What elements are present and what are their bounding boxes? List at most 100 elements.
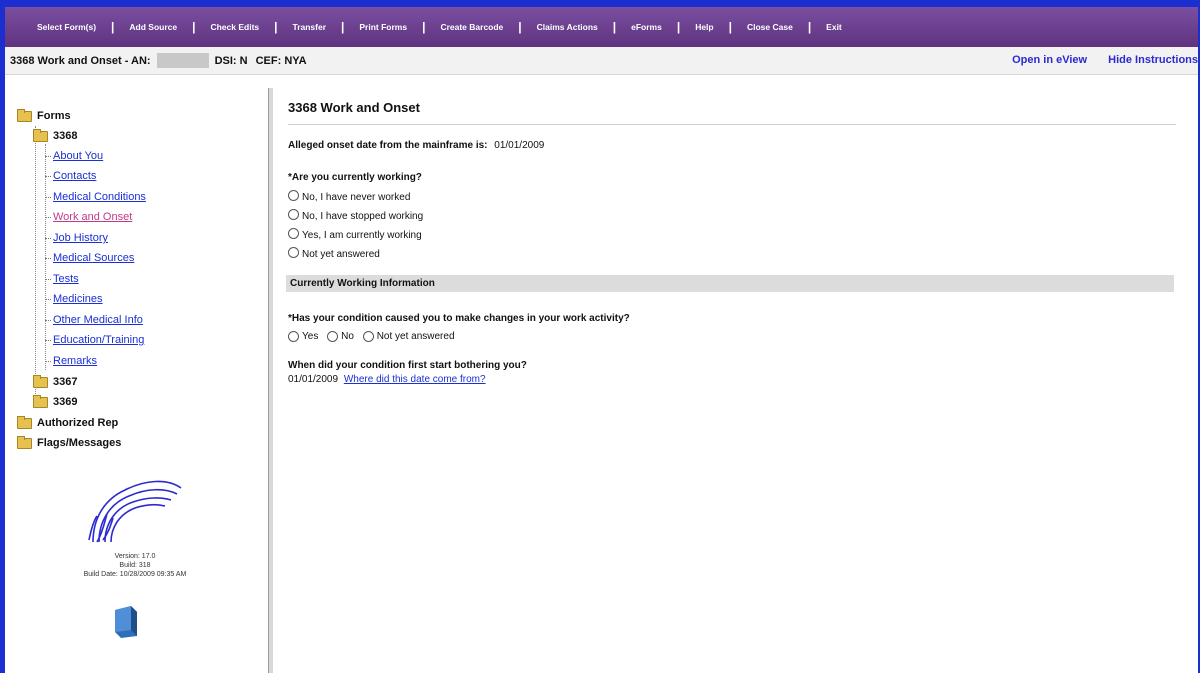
wing-logo-icon [88,480,182,543]
build-number: Build: 318 [119,562,151,569]
onset-date-value: 01/01/2009 [494,140,545,151]
menu-separator: | [111,20,115,34]
radio-option-no[interactable]: No [327,331,354,342]
form-subheader: 3368 Work and Onset - AN: DSI: N CEF: NY… [5,47,1198,75]
dsi-status: DSI: N [214,54,248,67]
menu-separator: | [518,20,522,34]
version-number: Version: 17.0 [114,553,156,560]
folder-icon [33,394,48,408]
tree-link-contacts[interactable]: Contacts [53,170,96,182]
tree-label-3369: 3369 [53,396,78,408]
menu-print-forms[interactable]: Print Forms [359,22,407,32]
menu-separator: | [192,20,196,34]
form-header-title: 3368 Work and Onset - AN: [10,54,151,67]
radio-button[interactable] [327,331,339,342]
hide-instructions-link[interactable]: Hide Instructions [1108,54,1198,66]
open-in-eview-link[interactable]: Open in eView [1012,54,1087,66]
radio-label: No, I have never worked [302,192,411,203]
menu-help[interactable]: Help [695,22,713,32]
menu-separator: | [274,20,278,34]
question-condition-start: When did your condition first start both… [288,360,527,371]
top-menu-bar: Select Form(s) | Add Source | Check Edit… [5,7,1198,47]
onset-date-row: Alleged onset date from the mainframe is… [288,140,544,151]
menu-separator: | [728,20,732,34]
tree-node-authorized-rep[interactable]: Authorized Rep [17,415,119,429]
menu-exit[interactable]: Exit [826,22,842,32]
condition-start-date: 01/01/2009 [288,374,339,385]
radio-label: No [341,331,354,342]
radio-option-never-worked[interactable]: No, I have never worked [288,190,410,203]
radio-button[interactable] [288,331,299,342]
title-divider [288,124,1176,125]
version-info: Version: 17.0 Build: 318 Build Date: 10/… [5,552,265,579]
work-changes-radio-group: Yes No Not yet answered [288,331,461,345]
folder-icon [33,128,48,142]
tree-link-job-history[interactable]: Job History [53,232,108,244]
radio-label: Not yet answered [302,249,380,260]
tree-node-3369[interactable]: 3369 [33,394,78,408]
radio-button[interactable] [288,247,299,258]
radio-button[interactable] [288,190,299,201]
menu-claims-actions[interactable]: Claims Actions [537,22,598,32]
menu-check-edits[interactable]: Check Edits [210,22,259,32]
tree-label-3367: 3367 [53,376,78,388]
folder-icon [17,415,32,429]
menu-close-case[interactable]: Close Case [747,22,793,32]
tree-label-3368: 3368 [53,130,78,142]
radio-button[interactable] [362,331,374,342]
forms-sidebar: Forms 3368 About You Contacts Medical Co… [5,92,267,673]
radio-button[interactable] [288,209,299,220]
tree-link-other-medical-info[interactable]: Other Medical Info [53,314,143,326]
tree-link-medical-sources[interactable]: Medical Sources [53,252,134,264]
folder-icon [33,374,48,388]
radio-option-currently-working[interactable]: Yes, I am currently working [288,228,422,241]
build-date: Build Date: 10/28/2009 09:35 AM [83,571,187,578]
question-work-changes: *Has your condition caused you to make c… [288,313,630,324]
tree-label-flags-messages: Flags/Messages [37,437,122,449]
menu-create-barcode[interactable]: Create Barcode [440,22,503,32]
radio-option-not-answered[interactable]: Not yet answered [362,331,455,342]
menu-separator: | [676,20,681,34]
tree-link-education-training[interactable]: Education/Training [53,334,144,346]
folder-icon [17,108,32,122]
redacted-account-number [156,53,209,68]
radio-button[interactable] [288,228,299,239]
radio-label: Not yet answered [376,331,455,342]
tree-link-work-and-onset[interactable]: Work and Onset [53,211,132,223]
condition-start-row: 01/01/2009 Where did this date come from… [288,374,486,385]
menu-eforms[interactable]: eForms [631,22,662,32]
tree-node-3368[interactable]: 3368 [33,128,78,142]
menu-separator: | [807,20,812,34]
menu-separator: | [612,20,617,34]
menu-select-forms[interactable]: Select Form(s) [37,22,96,32]
date-source-link[interactable]: Where did this date come from? [344,374,486,385]
tree-label-authorized-rep: Authorized Rep [37,417,119,429]
radio-label: Yes, I am currently working [302,230,422,241]
tree-link-about-you[interactable]: About You [53,150,103,162]
radio-option-yes[interactable]: Yes [288,331,318,342]
radio-option-not-yet-answered[interactable]: Not yet answered [288,247,380,260]
book-icon [115,606,137,638]
menu-add-source[interactable]: Add Source [129,22,177,32]
tree-label-forms: Forms [37,110,71,122]
folder-icon [17,435,32,449]
radio-label: Yes [302,331,319,342]
header-links: Open in eView Hide Instructions [994,54,1198,66]
tree-link-medicines[interactable]: Medicines [53,293,103,305]
menu-transfer[interactable]: Transfer [292,22,326,32]
menu-separator: | [341,20,345,34]
question-currently-working: *Are you currently working? [288,172,422,183]
radio-option-stopped-working[interactable]: No, I have stopped working [288,209,423,222]
radio-label: No, I have stopped working [302,211,424,222]
tree-node-3367[interactable]: 3367 [33,374,78,388]
onset-date-label: Alleged onset date from the mainframe is… [288,140,488,151]
tree-link-medical-conditions[interactable]: Medical Conditions [53,191,146,203]
pane-divider[interactable] [268,88,273,673]
page-title: 3368 Work and Onset [288,100,420,115]
menu-separator: | [422,20,426,34]
tree-link-remarks[interactable]: Remarks [53,355,97,367]
tree-node-flags-messages[interactable]: Flags/Messages [17,435,122,449]
tree-link-tests[interactable]: Tests [53,273,79,285]
tree-node-forms[interactable]: Forms [17,108,71,122]
cef-status: CEF: NYA [255,54,307,67]
